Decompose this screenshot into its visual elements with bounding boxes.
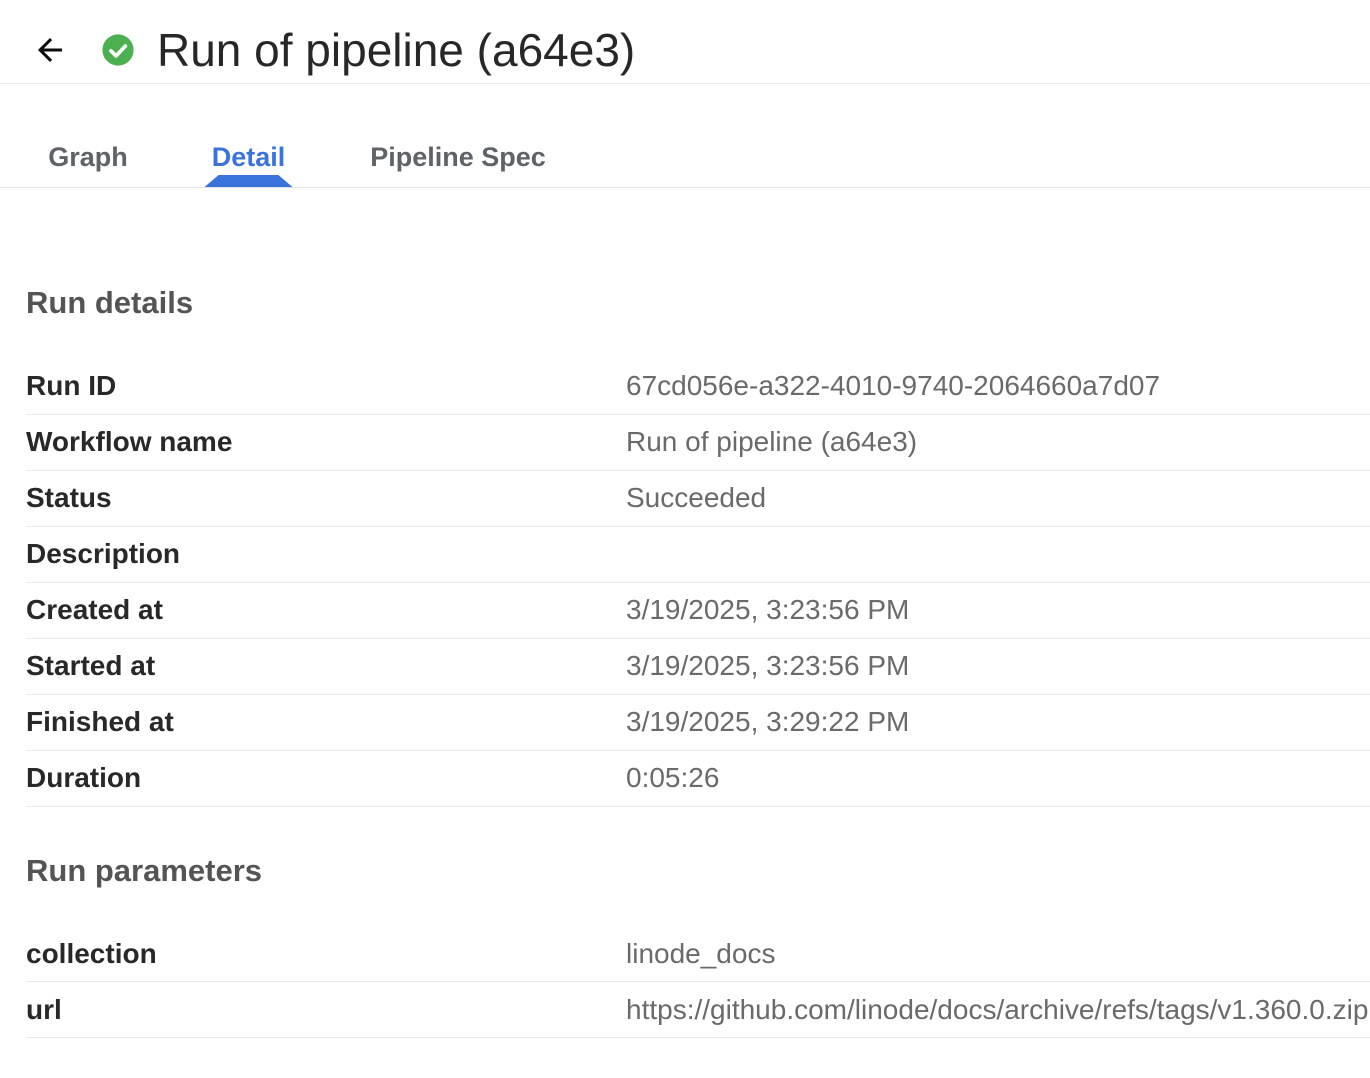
run-details-table: Run ID 67cd056e-a322-4010-9740-2064660a7… (0, 359, 1370, 807)
tab-graph-label: Graph (48, 144, 128, 171)
row-label: Started at (26, 650, 626, 682)
tab-graph[interactable]: Graph (8, 84, 168, 187)
header: Run of pipeline (a64e3) (0, 0, 1370, 84)
row-label: Status (26, 482, 626, 514)
row-label: Workflow name (26, 426, 626, 458)
run-detail-page: Run of pipeline (a64e3) Graph Detail Pip… (0, 0, 1370, 1078)
run-parameters-table: collection linode_docs url https://githu… (0, 926, 1370, 1038)
status-success-icon (101, 33, 135, 67)
arrow-back-icon (32, 32, 68, 68)
row-label: Duration (26, 762, 626, 794)
row-created-at: Created at 3/19/2025, 3:23:56 PM (26, 583, 1370, 639)
row-label: Created at (26, 594, 626, 626)
detail-pane: Run details Run ID 67cd056e-a322-4010-97… (0, 285, 1370, 1038)
row-started-at: Started at 3/19/2025, 3:23:56 PM (26, 639, 1370, 695)
row-value: https://github.com/linode/docs/archive/r… (626, 994, 1368, 1026)
row-label: Run ID (26, 370, 626, 402)
row-label: url (26, 994, 626, 1026)
row-value: 3/19/2025, 3:23:56 PM (626, 594, 909, 626)
row-value: linode_docs (626, 938, 775, 970)
row-value: 3/19/2025, 3:29:22 PM (626, 706, 909, 738)
row-label: collection (26, 938, 626, 970)
section-title-run-parameters: Run parameters (26, 853, 1370, 889)
tab-detail[interactable]: Detail (168, 84, 329, 187)
row-value: 67cd056e-a322-4010-9740-2064660a7d07 (626, 370, 1160, 402)
row-finished-at: Finished at 3/19/2025, 3:29:22 PM (26, 695, 1370, 751)
row-param-collection: collection linode_docs (26, 926, 1370, 982)
row-value: 3/19/2025, 3:23:56 PM (626, 650, 909, 682)
row-workflow-name: Workflow name Run of pipeline (a64e3) (26, 415, 1370, 471)
row-label: Description (26, 538, 626, 570)
row-value: 0:05:26 (626, 762, 719, 794)
page-title: Run of pipeline (a64e3) (157, 27, 635, 73)
row-param-url: url https://github.com/linode/docs/archi… (26, 982, 1370, 1038)
tab-pipeline-spec[interactable]: Pipeline Spec (329, 84, 587, 187)
tab-detail-label: Detail (212, 144, 286, 171)
tab-bar: Graph Detail Pipeline Spec (0, 84, 1370, 188)
row-label: Finished at (26, 706, 626, 738)
tab-pipeline-spec-label: Pipeline Spec (370, 144, 546, 171)
active-tab-indicator (205, 175, 293, 187)
row-status: Status Succeeded (26, 471, 1370, 527)
row-duration: Duration 0:05:26 (26, 751, 1370, 807)
row-value: Succeeded (626, 482, 766, 514)
back-button[interactable] (32, 32, 68, 68)
row-description: Description (26, 527, 1370, 583)
row-run-id: Run ID 67cd056e-a322-4010-9740-2064660a7… (26, 359, 1370, 415)
section-title-run-details: Run details (26, 285, 1370, 321)
row-value: Run of pipeline (a64e3) (626, 426, 917, 458)
